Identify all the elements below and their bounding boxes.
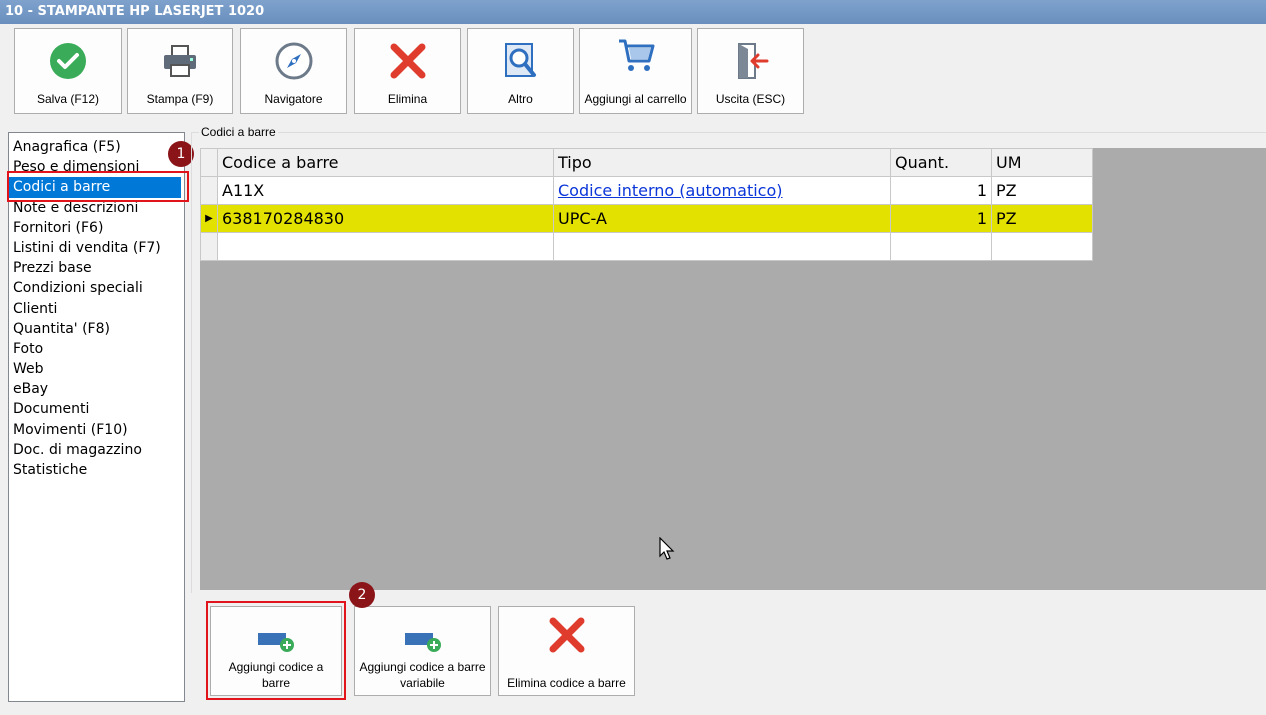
delete-barcode-button[interactable]: Elimina codice a barre: [498, 606, 635, 696]
barcode-actions: Aggiungi codice a barre Aggiungi codice …: [200, 594, 1266, 704]
row-header[interactable]: [200, 176, 218, 205]
mouse-cursor-icon: [659, 536, 675, 564]
sidebar-item-fornitori[interactable]: Fornitori (F6): [9, 218, 184, 238]
annotation-badge-2: 2: [349, 582, 375, 608]
add-variable-barcode-icon: [355, 625, 490, 661]
sidebar-item-movimenti[interactable]: Movimenti (F10): [9, 420, 184, 440]
sidebar-item-statistiche[interactable]: Statistiche: [9, 460, 184, 480]
sidebar-item-clienti[interactable]: Clienti: [9, 299, 184, 319]
other-button-label: Altro: [508, 92, 533, 106]
cell-code-empty[interactable]: [217, 232, 554, 261]
other-button[interactable]: Altro: [467, 28, 574, 114]
table-row[interactable]: A11X Codice interno (automatico) 1 PZ: [200, 176, 1093, 205]
delete-x-icon: [355, 41, 460, 81]
sidebar-item-doc-magazzino[interactable]: Doc. di magazzino: [9, 440, 184, 460]
sidebar-item-documenti[interactable]: Documenti: [9, 399, 184, 419]
sidebar-item-ebay[interactable]: eBay: [9, 379, 184, 399]
cell-type[interactable]: UPC-A: [553, 204, 891, 233]
exit-icon: [698, 41, 803, 81]
sidebar-item-prezzi-base[interactable]: Prezzi base: [9, 258, 184, 278]
add-to-cart-button-label: Aggiungi al carrello: [584, 92, 687, 106]
table-new-row[interactable]: [200, 232, 1093, 261]
sidebar-item-anagrafica[interactable]: Anagrafica (F5): [9, 137, 184, 157]
sidebar-item-listini[interactable]: Listini di vendita (F7): [9, 238, 184, 258]
annotation-highlight-sidebar: [7, 171, 189, 202]
sidebar-item-foto[interactable]: Foto: [9, 339, 184, 359]
sidebar-item-quantita[interactable]: Quantita' (F8): [9, 319, 184, 339]
delete-button[interactable]: Elimina: [354, 28, 461, 114]
exit-button[interactable]: Uscita (ESC): [697, 28, 804, 114]
navigator-button-label: Navigatore: [264, 92, 323, 106]
column-header-code[interactable]: Codice a barre: [217, 148, 554, 177]
cell-qty[interactable]: 1: [890, 176, 992, 205]
cell-type-empty[interactable]: [553, 232, 891, 261]
delete-barcode-button-label: Elimina codice a barre: [507, 676, 626, 690]
column-header-um[interactable]: UM: [991, 148, 1093, 177]
sidebar-item-web[interactable]: Web: [9, 359, 184, 379]
magnifier-icon: [468, 41, 573, 81]
delete-button-label: Elimina: [387, 92, 428, 106]
cell-qty[interactable]: 1: [890, 204, 992, 233]
table-row[interactable]: ▶ 638170284830 UPC-A 1 PZ: [200, 204, 1093, 233]
print-button[interactable]: Stampa (F9): [127, 28, 233, 114]
section-list: Anagrafica (F5) Peso e dimensioni Codici…: [8, 132, 185, 702]
row-header-corner: [200, 148, 218, 177]
column-header-qty[interactable]: Quant.: [890, 148, 992, 177]
group-label: Codici a barre: [199, 125, 278, 139]
annotation-highlight-add-button: [206, 601, 346, 700]
cell-code[interactable]: A11X: [217, 176, 554, 205]
barcode-grid: Codice a barre Tipo Quant. UM A11X Codic…: [200, 148, 1266, 590]
navigator-button[interactable]: Navigatore: [240, 28, 347, 114]
cell-um[interactable]: PZ: [991, 204, 1093, 233]
cell-type[interactable]: Codice interno (automatico): [553, 176, 891, 205]
row-header[interactable]: [200, 232, 218, 261]
cell-um-empty[interactable]: [991, 232, 1093, 261]
cell-code[interactable]: 638170284830: [217, 204, 554, 233]
add-to-cart-button[interactable]: Aggiungi al carrello: [579, 28, 692, 114]
printer-icon: [128, 41, 232, 81]
window-title: 10 - STAMPANTE HP LASERJET 1020: [0, 0, 1266, 24]
delete-x-icon: [499, 615, 634, 653]
table-header-row: Codice a barre Tipo Quant. UM: [200, 148, 1093, 177]
check-icon: [15, 41, 121, 81]
save-button-label: Salva (F12): [36, 92, 100, 106]
add-variable-barcode-button[interactable]: Aggiungi codice a barre variabile: [354, 606, 491, 696]
exit-button-label: Uscita (ESC): [715, 92, 786, 106]
barcode-table: Codice a barre Tipo Quant. UM A11X Codic…: [200, 148, 1093, 261]
save-button[interactable]: Salva (F12): [14, 28, 122, 114]
sidebar-item-condizioni[interactable]: Condizioni speciali: [9, 278, 184, 298]
type-link[interactable]: Codice interno (automatico): [558, 181, 783, 200]
current-row-indicator[interactable]: ▶: [200, 204, 218, 233]
print-button-label: Stampa (F9): [146, 92, 214, 106]
compass-icon: [241, 41, 346, 81]
cell-um[interactable]: PZ: [991, 176, 1093, 205]
toolbar: Salva (F12) Stampa (F9) Navigatore Elimi…: [0, 24, 1266, 120]
cart-icon: [580, 35, 691, 75]
column-header-type[interactable]: Tipo: [553, 148, 891, 177]
add-variable-barcode-button-label: Aggiungi codice a barre variabile: [359, 660, 486, 690]
cell-qty-empty[interactable]: [890, 232, 992, 261]
